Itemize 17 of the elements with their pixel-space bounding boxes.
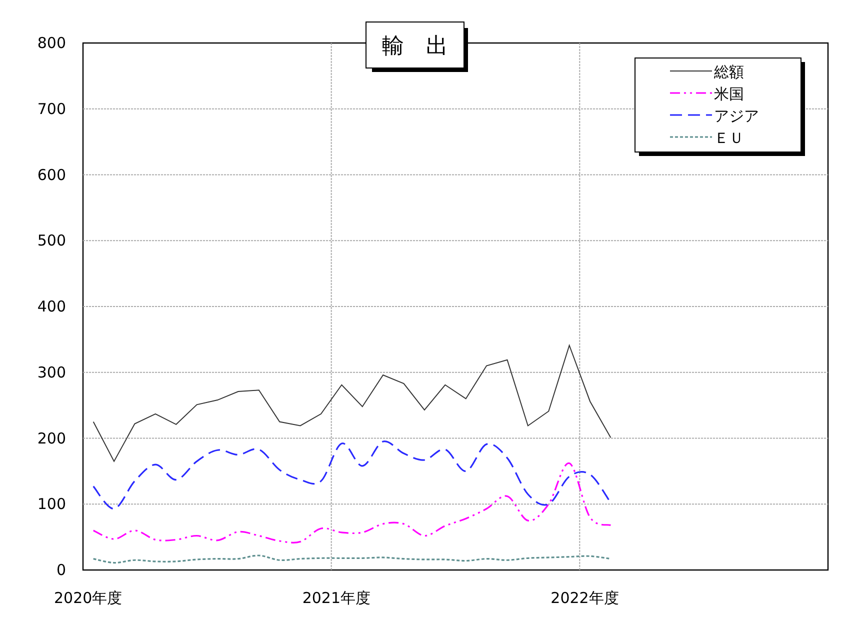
tick-label: 700 [37,100,66,118]
legend-label: 総額 [714,63,744,81]
chart-title: 輸 出 [382,34,448,59]
tick-label: 2022年度 [550,589,619,607]
tick-label: 500 [37,232,66,250]
tick-label: 400 [37,298,66,316]
legend-label: 米国 [714,85,744,103]
tick-label: 100 [37,495,66,514]
tick-label: 2021年度 [302,589,371,607]
legend-label: ＥＵ [714,129,744,147]
tick-label: 600 [37,166,66,184]
tick-label: 200 [37,429,66,448]
tick-label: 2020年度 [54,589,122,607]
tick-label: 300 [37,363,66,382]
tick-label: 800 [37,34,66,52]
legend-label: アジア [714,107,759,125]
tick-label: 0 [56,561,66,579]
